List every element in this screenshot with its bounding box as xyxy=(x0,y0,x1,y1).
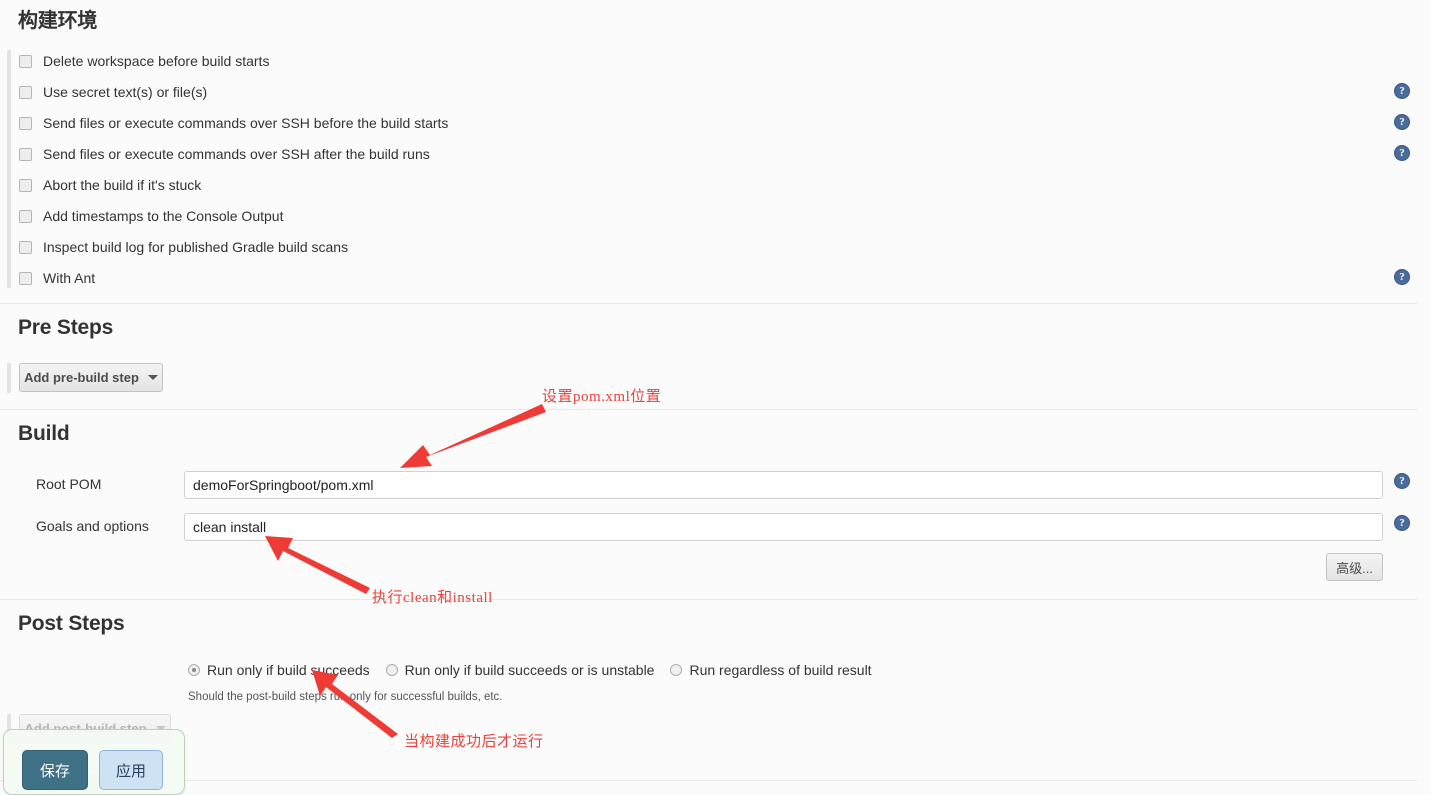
annotation-arrow-to-root-pom xyxy=(400,404,546,468)
help-icon-with-ant[interactable]: ? xyxy=(1394,269,1410,285)
radio-button-icon[interactable] xyxy=(188,664,200,676)
section-title-post-steps: Post Steps xyxy=(18,612,125,635)
divider-pre-steps xyxy=(0,409,1417,410)
goals-and-options-input[interactable] xyxy=(184,513,1383,541)
help-icon-goals-and-options[interactable]: ? xyxy=(1394,515,1410,531)
radio-run-regardless[interactable]: Run regardless of build result xyxy=(670,662,872,678)
radio-run-if-succeeds-or-unstable[interactable]: Run only if build succeeds or is unstabl… xyxy=(385,662,655,678)
advanced-button[interactable]: 高级... xyxy=(1326,553,1383,581)
checkbox-delete-workspace[interactable] xyxy=(19,54,32,68)
section-title-pre-steps: Pre Steps xyxy=(18,316,114,339)
checkbox-row-gradle-scans[interactable]: Inspect build log for published Gradle b… xyxy=(19,237,348,257)
chevron-down-icon xyxy=(147,375,158,380)
divider-build xyxy=(0,599,1417,600)
checkbox-label: Inspect build log for published Gradle b… xyxy=(43,239,349,255)
radio-label: Run regardless of build result xyxy=(689,662,872,678)
checkbox-label: Use secret text(s) or file(s) xyxy=(43,84,208,100)
checkbox-row-delete-workspace[interactable]: Delete workspace before build starts xyxy=(19,51,269,71)
checkbox-row-timestamps[interactable]: Add timestamps to the Console Output xyxy=(19,206,283,226)
radio-run-only-if-succeeds[interactable]: Run only if build succeeds xyxy=(188,662,370,678)
divider-build-env xyxy=(0,303,1417,304)
pre-steps-guide-bar xyxy=(7,363,11,393)
checkbox-add-timestamps[interactable] xyxy=(19,209,32,223)
apply-button-label: 应用 xyxy=(115,762,146,780)
page-title-build-environment: 构建环境 xyxy=(18,10,98,32)
annotation-arrow-to-radio xyxy=(312,670,398,738)
help-icon-ssh-before[interactable]: ? xyxy=(1394,114,1410,130)
apply-button[interactable]: 应用 xyxy=(99,750,163,790)
annotation-text-run-after-success: 当构建成功后才运行 xyxy=(404,734,544,750)
checkbox-with-ant[interactable] xyxy=(19,271,32,285)
section-title-build: Build xyxy=(18,422,70,445)
divider-post-steps xyxy=(0,780,1417,781)
label-root-pom: Root POM xyxy=(36,476,102,492)
post-build-trigger-radio-group: Run only if build succeeds Run only if b… xyxy=(188,662,888,678)
jenkins-job-config-page: 构建环境 Delete workspace before build start… xyxy=(0,0,1431,795)
help-icon-root-pom[interactable]: ? xyxy=(1394,473,1410,489)
radio-label: Run only if build succeeds xyxy=(207,662,370,678)
checkbox-inspect-gradle-scans[interactable] xyxy=(19,240,32,254)
annotation-text-set-pom-location: 设置pom.xml位置 xyxy=(542,389,662,405)
checkbox-ssh-before-build[interactable] xyxy=(19,116,32,130)
label-goals-and-options: Goals and options xyxy=(36,518,149,534)
annotation-arrow-to-goals xyxy=(265,536,370,594)
checkbox-label: Send files or execute commands over SSH … xyxy=(43,146,430,162)
annotation-text-run-clean-install: 执行clean和install xyxy=(372,590,493,606)
checkbox-abort-if-stuck[interactable] xyxy=(19,178,32,192)
checkbox-label: Delete workspace before build starts xyxy=(43,53,270,69)
checkbox-row-with-ant[interactable]: With Ant xyxy=(19,268,95,288)
add-pre-build-step-button[interactable]: Add pre-build step xyxy=(19,363,163,392)
help-icon-secret-text[interactable]: ? xyxy=(1394,83,1410,99)
checkbox-row-ssh-before[interactable]: Send files or execute commands over SSH … xyxy=(19,113,448,133)
checkbox-label: Send files or execute commands over SSH … xyxy=(43,115,449,131)
add-pre-build-step-label: Add pre-build step xyxy=(24,370,139,385)
checkbox-label: Add timestamps to the Console Output xyxy=(43,208,284,224)
checkbox-label: With Ant xyxy=(43,270,96,286)
checkbox-label: Abort the build if it's stuck xyxy=(43,177,202,193)
radio-label: Run only if build succeeds or is unstabl… xyxy=(404,662,655,678)
checkbox-row-abort-stuck[interactable]: Abort the build if it's stuck xyxy=(19,175,201,195)
radio-button-icon[interactable] xyxy=(385,664,398,676)
post-steps-hint: Should the post-build steps run only for… xyxy=(188,691,503,703)
build-env-guide-bar xyxy=(7,50,11,288)
checkbox-use-secret-text[interactable] xyxy=(19,85,32,99)
save-button[interactable]: 保存 xyxy=(22,750,88,790)
advanced-button-label: 高级... xyxy=(1336,560,1373,576)
root-pom-input[interactable] xyxy=(184,471,1383,499)
checkbox-row-ssh-after[interactable]: Send files or execute commands over SSH … xyxy=(19,144,430,164)
checkbox-row-secret-text[interactable]: Use secret text(s) or file(s) xyxy=(19,82,207,102)
help-icon-ssh-after[interactable]: ? xyxy=(1394,145,1410,161)
save-button-label: 保存 xyxy=(39,762,70,780)
checkbox-ssh-after-build[interactable] xyxy=(19,147,32,161)
radio-button-icon[interactable] xyxy=(670,664,683,676)
